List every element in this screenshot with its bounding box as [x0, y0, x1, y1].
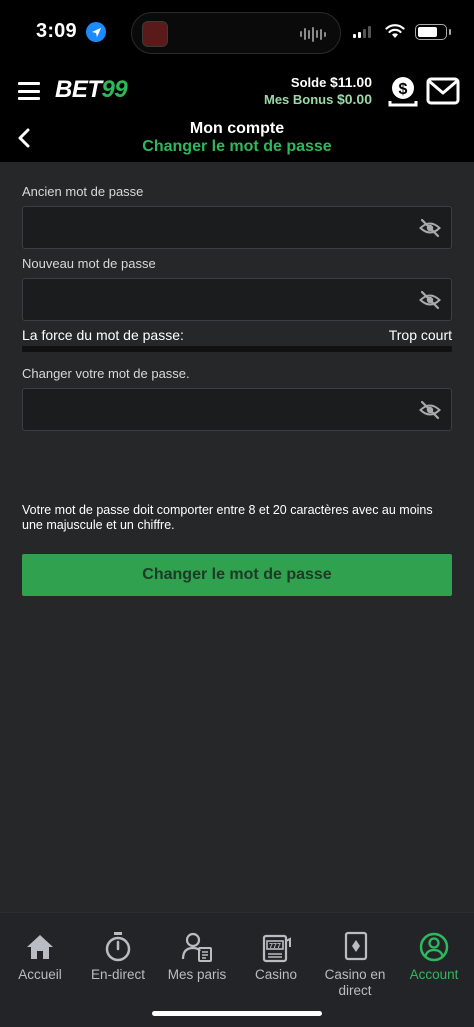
password-requirements-hint: Votre mot de passe doit comporter entre …	[22, 503, 433, 532]
slot-machine-icon: 777	[260, 931, 292, 963]
balance-value: $11.00	[329, 74, 372, 90]
svg-text:777: 777	[269, 943, 281, 950]
location-arrow-icon	[86, 22, 106, 42]
bonus-label: Mes Bonus	[263, 92, 334, 107]
tab-label: Mes paris	[167, 967, 227, 982]
password-strength-value: Trop court	[388, 327, 452, 343]
balance-label: Solde	[290, 75, 327, 90]
stopwatch-icon	[102, 931, 134, 963]
app-header: BET99 Solde $11.00 Mes Bonus $0.00 $	[0, 64, 474, 118]
playing-card-icon	[339, 931, 371, 963]
bottom-tab-bar: Accueil En-direct Mes paris 777 Casino C…	[0, 912, 474, 1027]
page-title-bar: Mon compte Changer le mot de passe	[0, 118, 474, 162]
old-password-field[interactable]	[22, 206, 452, 249]
svg-text:$: $	[399, 81, 408, 98]
tab-label: Casino en direct	[324, 967, 386, 998]
tab-label: En-direct	[90, 967, 146, 982]
tab-en-direct[interactable]: En-direct	[78, 931, 158, 983]
deposit-icon[interactable]: $	[387, 75, 419, 107]
tab-casino[interactable]: 777 Casino	[236, 931, 316, 983]
tab-label: Casino	[254, 967, 298, 982]
eye-slash-icon[interactable]	[419, 218, 441, 238]
old-password-input[interactable]	[23, 207, 403, 248]
tab-accueil[interactable]: Accueil	[0, 931, 80, 983]
page-subtitle: Changer le mot de passe	[142, 138, 332, 155]
confirm-password-input[interactable]	[23, 389, 403, 430]
new-password-label: Nouveau mot de passe	[22, 256, 156, 271]
old-password-label: Ancien mot de passe	[22, 184, 144, 199]
home-icon	[24, 931, 56, 963]
tab-mes-paris[interactable]: Mes paris	[157, 931, 237, 983]
confirm-password-field[interactable]	[22, 388, 452, 431]
home-indicator[interactable]	[152, 1011, 322, 1016]
confirm-password-label: Changer votre mot de passe.	[22, 366, 190, 381]
tab-account[interactable]: Account	[394, 931, 474, 983]
bonus-value: $0.00	[336, 91, 372, 107]
tab-label: Account	[409, 967, 459, 982]
balance-summary[interactable]: Solde $11.00 Mes Bonus $0.00	[264, 74, 372, 108]
tab-casino-en-direct[interactable]: Casino en direct	[315, 931, 395, 999]
change-password-button[interactable]: Changer le mot de passe	[22, 554, 452, 596]
hamburger-menu-icon[interactable]	[18, 82, 40, 100]
password-strength-label: La force du mot de passe:	[22, 327, 184, 343]
battery-icon	[415, 24, 451, 40]
dynamic-island[interactable]	[131, 12, 341, 54]
audio-waveform-icon	[300, 26, 326, 42]
now-playing-artwork-icon	[142, 21, 168, 47]
wifi-icon	[385, 23, 405, 44]
page-title: Mon compte	[189, 120, 285, 137]
eye-slash-icon[interactable]	[419, 400, 441, 420]
cellular-signal-icon	[353, 26, 371, 38]
password-strength-row: La force du mot de passe: Trop court	[22, 327, 452, 343]
status-bar: 3:09	[0, 0, 474, 64]
bet99-logo[interactable]: BET99	[55, 76, 128, 104]
tab-label: Accueil	[18, 967, 62, 982]
status-time: 3:09	[36, 20, 77, 42]
account-icon	[418, 931, 450, 963]
new-password-input[interactable]	[23, 279, 403, 320]
eye-slash-icon[interactable]	[419, 290, 441, 310]
password-strength-bar	[22, 346, 452, 352]
bet-slip-icon	[181, 931, 213, 963]
mail-icon[interactable]	[426, 77, 460, 105]
new-password-field[interactable]	[22, 278, 452, 321]
